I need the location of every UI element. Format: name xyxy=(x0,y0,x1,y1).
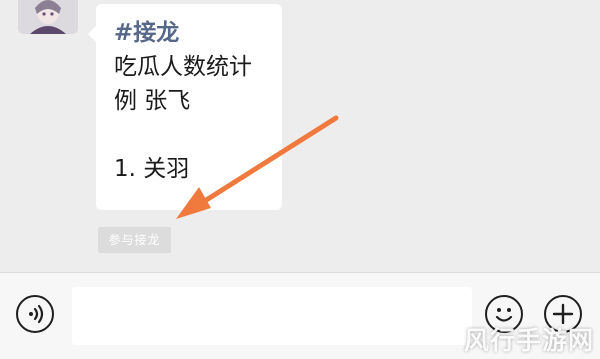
message-line: 例 张飞 xyxy=(114,88,191,114)
voice-icon[interactable] xyxy=(16,295,54,333)
message-line: 1. 关羽 xyxy=(114,156,190,182)
avatar[interactable] xyxy=(18,0,78,34)
message-input[interactable] xyxy=(72,287,472,345)
message-line: 吃瓜人数统计 xyxy=(114,54,252,80)
join-solitaire-button[interactable]: 参与接龙 xyxy=(98,227,171,253)
input-bar: 风行手游网 xyxy=(0,272,600,359)
watermark: 风行手游网 xyxy=(463,326,594,355)
message-line xyxy=(114,118,282,152)
chat-area: #接龙 吃瓜人数统计 例 张飞 1. 关羽 参与接龙 xyxy=(0,0,600,272)
message-tag: #接龙 xyxy=(114,20,180,46)
message-bubble[interactable]: #接龙 吃瓜人数统计 例 张飞 1. 关羽 xyxy=(88,4,282,210)
